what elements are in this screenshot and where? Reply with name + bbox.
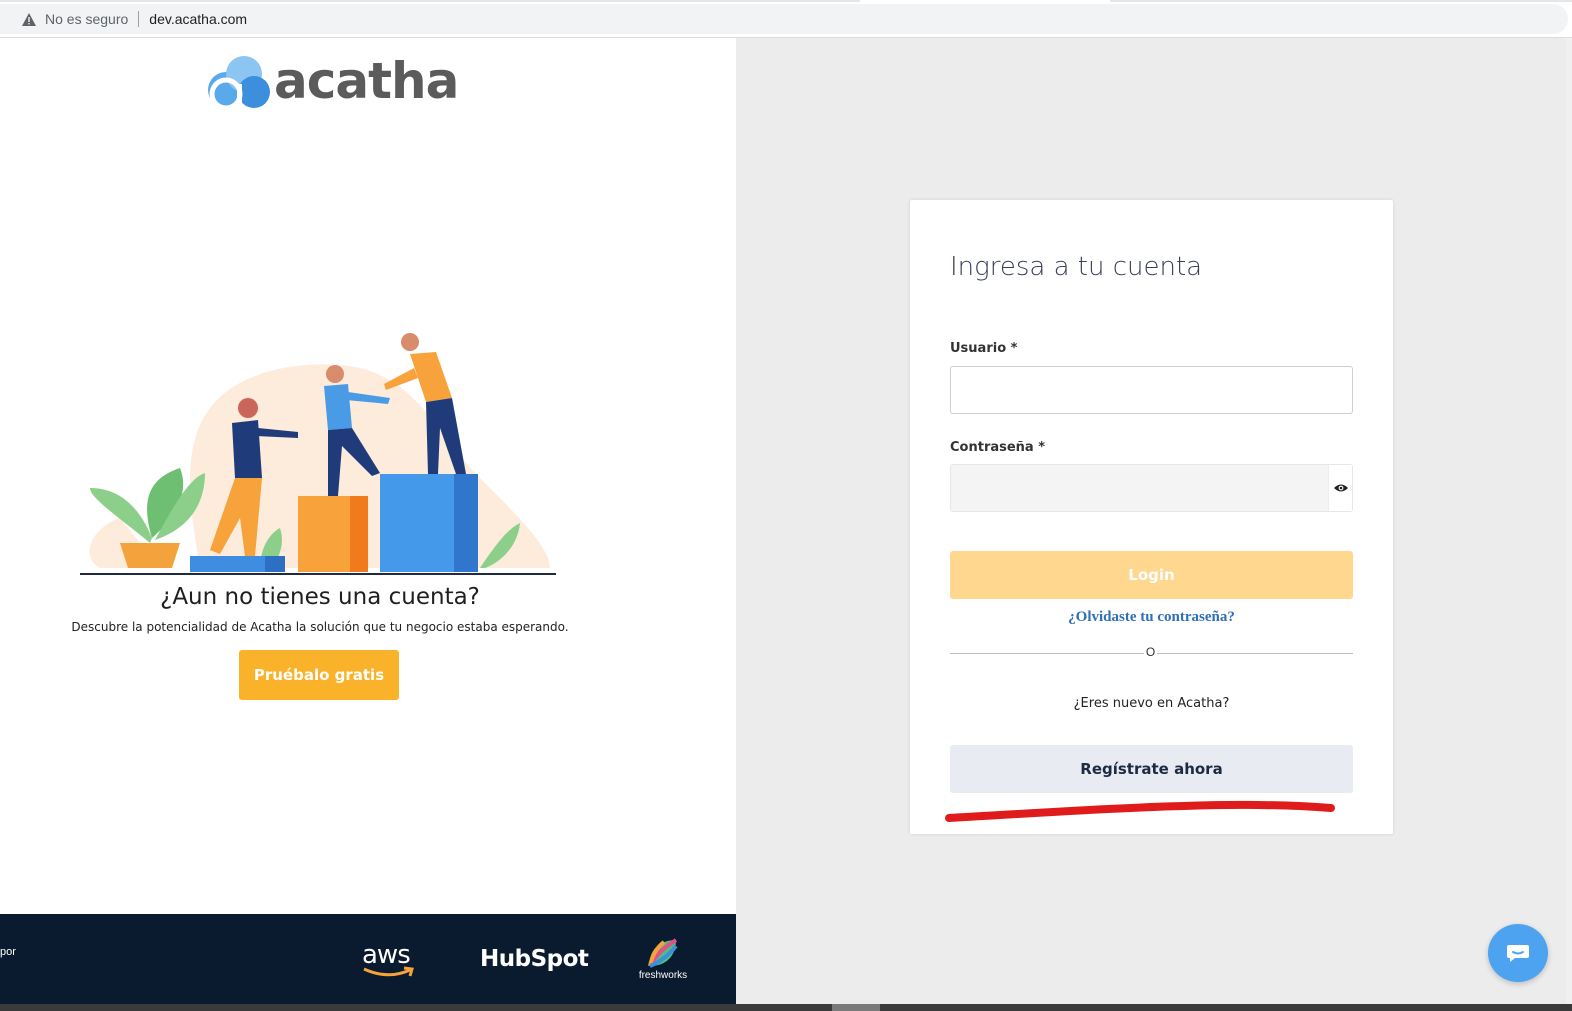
warning-icon[interactable] <box>22 12 36 26</box>
promo-panel: acatha ¿Aun no tienes una cuenta? Descub… <box>0 38 736 1004</box>
aws-logo: aws <box>362 940 416 980</box>
register-button[interactable]: Regístrate ahora <box>950 745 1353 793</box>
promo-title: ¿Aun no tienes una cuenta? <box>160 584 480 610</box>
or-text: O <box>1145 645 1156 659</box>
address-separator <box>138 11 140 27</box>
password-field[interactable] <box>950 464 1353 512</box>
omnibox[interactable]: No es seguro dev.acatha.com <box>0 4 1568 34</box>
eye-icon[interactable] <box>1328 465 1352 511</box>
url-text[interactable]: dev.acatha.com <box>149 11 247 27</box>
logo-mark-icon <box>208 56 270 111</box>
horizontal-scrollbar[interactable] <box>0 1004 1572 1011</box>
forgot-password-link[interactable]: ¿Olvidaste tu contraseña? <box>950 609 1353 626</box>
browser-address-bar: No es seguro dev.acatha.com <box>0 0 1572 38</box>
password-input[interactable] <box>951 465 1327 511</box>
new-user-question: ¿Eres nuevo en Acatha? <box>1073 696 1230 711</box>
promo-subtitle: Descubre la potencialidad de Acatha la s… <box>71 620 569 634</box>
vertical-scrollbar[interactable] <box>1566 38 1572 1004</box>
password-label: Contraseña * <box>950 440 1046 455</box>
teamwork-illustration <box>80 333 556 575</box>
logo-text: acatha <box>274 52 459 110</box>
login-button[interactable]: Login <box>950 551 1353 599</box>
partners-footer: por aws HubSpot freshworks <box>0 914 736 1004</box>
red-underline-annotation <box>945 800 1335 822</box>
footer-partial-text: por <box>0 946 16 958</box>
freshworks-leaf-icon <box>648 938 678 968</box>
tab-strip-line <box>1110 0 1572 2</box>
security-status[interactable]: No es seguro <box>45 11 128 27</box>
username-input[interactable] <box>950 366 1353 414</box>
or-divider: O <box>950 645 1353 661</box>
divider-line <box>950 653 1144 654</box>
divider-line <box>1157 653 1353 654</box>
acatha-logo: acatha <box>204 52 459 114</box>
hubspot-logo: HubSpot <box>480 946 589 972</box>
scrollbar-thumb[interactable] <box>832 1004 880 1011</box>
login-card: Ingresa a tu cuenta Usuario * Contraseña… <box>910 200 1393 834</box>
freshworks-logo: freshworks <box>636 938 688 986</box>
freshworks-logo-text: freshworks <box>638 970 688 981</box>
login-title: Ingresa a tu cuenta <box>950 252 1203 282</box>
tab-strip-line <box>0 0 860 2</box>
chat-icon[interactable] <box>1488 924 1548 982</box>
try-free-button[interactable]: Pruébalo gratis <box>239 650 399 700</box>
username-label: Usuario * <box>950 341 1018 356</box>
aws-smile-icon <box>363 966 414 977</box>
